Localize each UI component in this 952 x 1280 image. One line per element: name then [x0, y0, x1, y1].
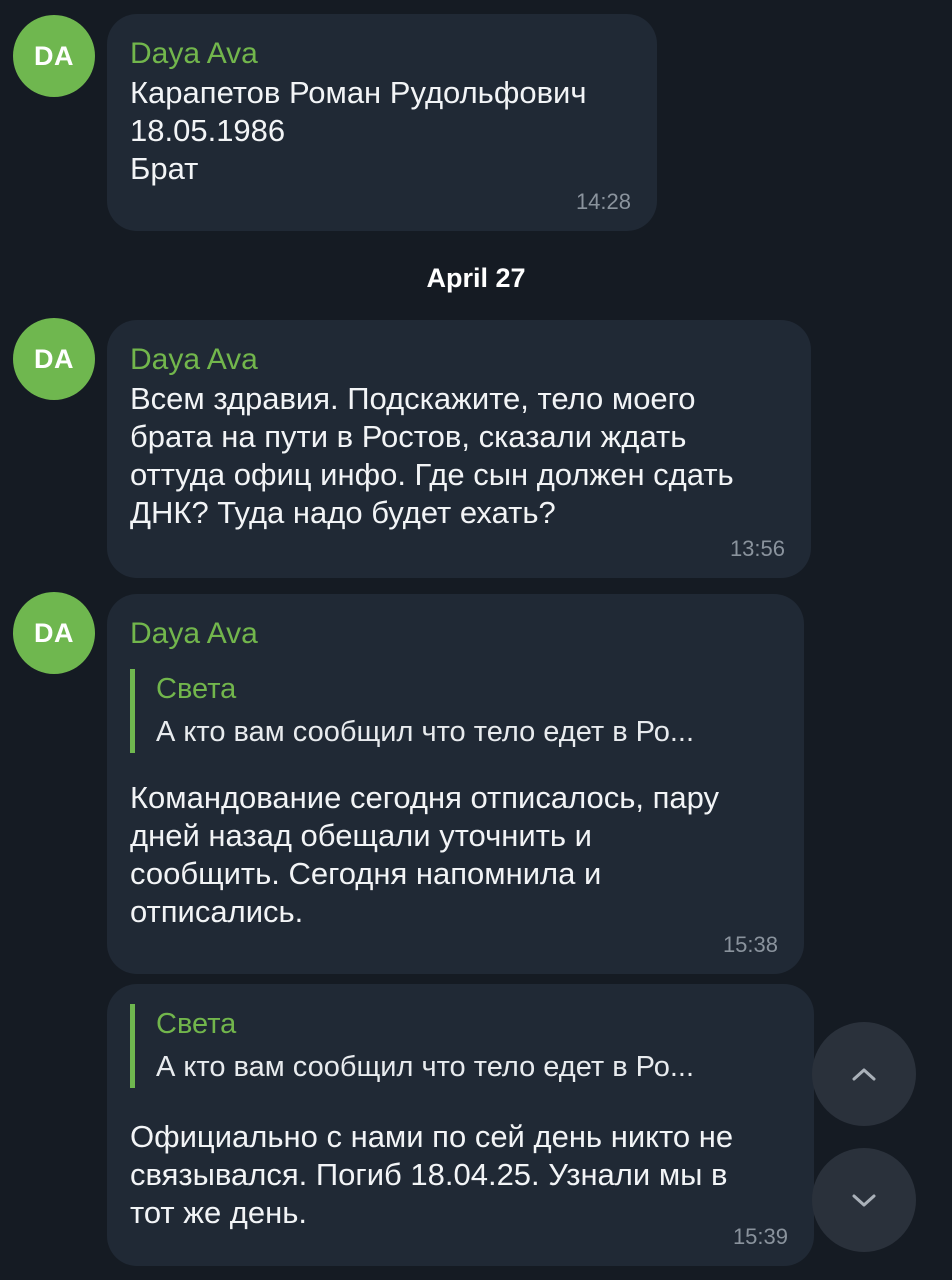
message-bubble[interactable]: Света А кто вам сообщил что тело едет в … [107, 984, 814, 1266]
message-bubble[interactable]: Daya Ava Карапетов Роман Рудольфович 18.… [107, 14, 657, 231]
message-time: 13:56 [729, 536, 785, 561]
reply-sender: Света [156, 673, 237, 705]
reply-quote[interactable]: Света А кто вам сообщил что тело едет в … [130, 1004, 790, 1088]
scroll-down-button[interactable] [812, 1148, 916, 1252]
avatar[interactable]: DA [13, 15, 95, 97]
reply-quote[interactable]: Света А кто вам сообщил что тело едет в … [130, 669, 780, 753]
scroll-up-button[interactable] [812, 1022, 916, 1126]
message-text: Командование сегодня отписалось, пару дн… [130, 780, 720, 929]
reply-sender: Света [156, 1008, 237, 1040]
message-text: Официально с нами по сей день никто не с… [130, 1119, 734, 1230]
message-sender[interactable]: Daya Ava [130, 36, 633, 74]
message-time: 15:38 [722, 932, 778, 957]
date-separator: April 27 [426, 263, 526, 293]
chevron-up-icon [852, 1068, 876, 1081]
avatar[interactable]: DA [13, 592, 95, 674]
reply-text: А кто вам сообщил что тело едет в Ро... [156, 716, 695, 748]
message-bubble[interactable]: Daya Ava Света А кто вам сообщил что тел… [107, 594, 804, 974]
message-sender[interactable]: Daya Ava [130, 616, 780, 654]
chevron-down-icon [852, 1194, 876, 1207]
message-text: Карапетов Роман Рудольфович 18.05.1986 Б… [130, 75, 587, 186]
message-text: Всем здравия. Подскажите, тело моего бра… [130, 381, 734, 530]
message-time: 15:39 [732, 1224, 788, 1249]
avatar[interactable]: DA [13, 318, 95, 400]
reply-text: А кто вам сообщил что тело едет в Ро... [156, 1051, 695, 1083]
message-sender[interactable]: Daya Ava [130, 342, 787, 380]
chat-history: DA Daya Ava Карапетов Роман Рудольфович … [0, 0, 952, 1280]
message-time: 14:28 [575, 189, 631, 214]
message-bubble[interactable]: Daya Ava Всем здравия. Подскажите, тело … [107, 320, 811, 578]
